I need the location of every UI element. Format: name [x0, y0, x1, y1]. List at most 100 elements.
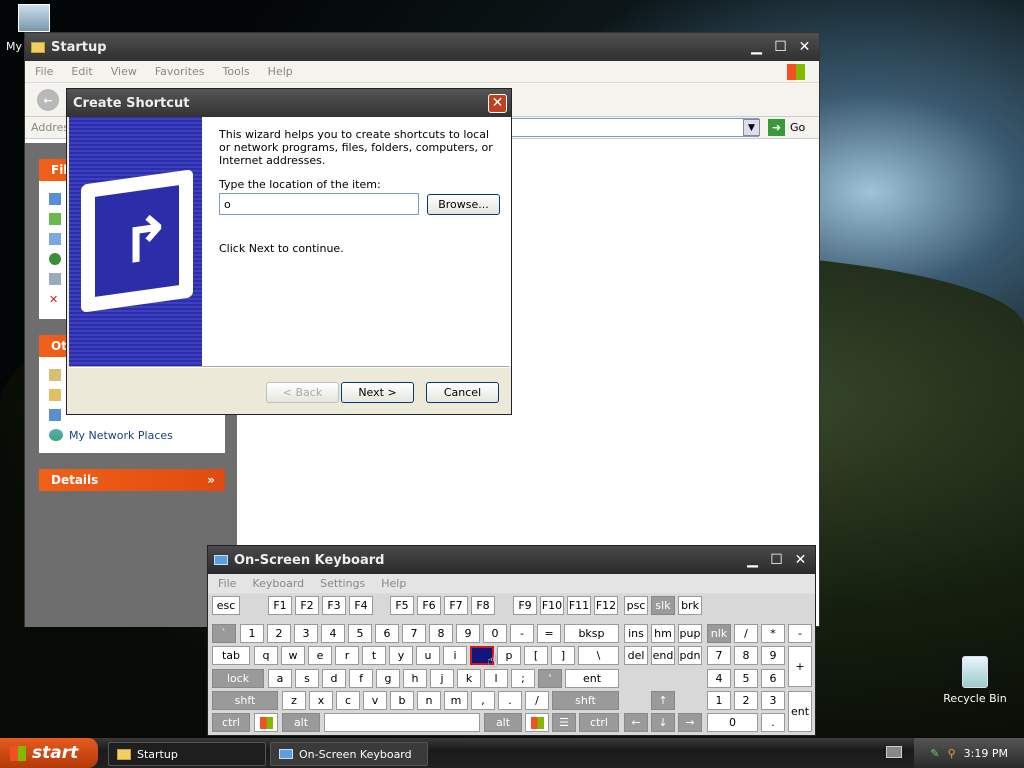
- key-enter[interactable]: ent: [565, 669, 619, 688]
- key-8[interactable]: 8: [429, 624, 453, 643]
- key-num-4[interactable]: 4: [707, 669, 731, 688]
- key-num-9[interactable]: 9: [761, 646, 785, 665]
- osk-titlebar[interactable]: On-Screen Keyboard ▁ ☐ ✕: [208, 546, 815, 574]
- key-x[interactable]: x: [309, 691, 333, 710]
- key-backslash[interactable]: \: [578, 646, 619, 665]
- key-pgup[interactable]: pup: [678, 624, 702, 643]
- key-num-1[interactable]: 1: [707, 691, 731, 710]
- key-space[interactable]: [324, 713, 480, 732]
- key-left-shift[interactable]: shft: [212, 691, 278, 710]
- key-right-arrow[interactable]: →: [678, 713, 702, 732]
- key-brk[interactable]: brk: [678, 596, 702, 615]
- key-z[interactable]: z: [282, 691, 306, 710]
- key-num-7[interactable]: 7: [707, 646, 731, 665]
- osk-menu-settings[interactable]: Settings: [320, 577, 365, 590]
- key-left-alt[interactable]: alt: [282, 713, 320, 732]
- key-num-decimal[interactable]: .: [761, 713, 785, 732]
- key-slash[interactable]: /: [525, 691, 549, 710]
- osk-menu-help[interactable]: Help: [381, 577, 406, 590]
- key-comma[interactable]: ,: [471, 691, 495, 710]
- key-5[interactable]: 5: [348, 624, 372, 643]
- dialog-close-button[interactable]: ✕: [488, 93, 507, 113]
- key-0[interactable]: 0: [483, 624, 507, 643]
- key-menu[interactable]: ☰: [552, 713, 576, 732]
- start-button[interactable]: start: [0, 738, 98, 768]
- minimize-button[interactable]: ▁: [742, 550, 763, 571]
- key-right-bracket[interactable]: ]: [551, 646, 575, 665]
- key-num-8[interactable]: 8: [734, 646, 758, 665]
- key-f12[interactable]: F12: [594, 596, 618, 615]
- key-c[interactable]: c: [336, 691, 360, 710]
- key-num-3[interactable]: 3: [761, 691, 785, 710]
- details-header[interactable]: Details »: [39, 469, 225, 491]
- key-4[interactable]: 4: [321, 624, 345, 643]
- key-slk[interactable]: slk: [651, 596, 675, 615]
- cancel-button[interactable]: Cancel: [426, 382, 499, 403]
- key-g[interactable]: g: [376, 669, 400, 688]
- key-d[interactable]: d: [322, 669, 346, 688]
- key-l[interactable]: l: [484, 669, 508, 688]
- key-left-win[interactable]: [254, 713, 278, 732]
- key-6[interactable]: 6: [375, 624, 399, 643]
- key-tab[interactable]: tab: [212, 646, 250, 665]
- key-num-multiply[interactable]: *: [761, 624, 785, 643]
- key-psc[interactable]: psc: [624, 596, 648, 615]
- key-esc[interactable]: esc: [212, 596, 240, 615]
- key-right-ctrl[interactable]: ctrl: [579, 713, 619, 732]
- key-period[interactable]: .: [498, 691, 522, 710]
- key-9[interactable]: 9: [456, 624, 480, 643]
- key-p[interactable]: p: [497, 646, 521, 665]
- maximize-button[interactable]: ☐: [766, 550, 787, 571]
- key-j[interactable]: j: [430, 669, 454, 688]
- key-q[interactable]: q: [254, 646, 278, 665]
- menu-help[interactable]: Help: [268, 65, 293, 78]
- key-f9[interactable]: F9: [513, 596, 537, 615]
- key-i[interactable]: i: [443, 646, 467, 665]
- key-quote[interactable]: ': [538, 669, 562, 688]
- key-pgdn[interactable]: pdn: [678, 646, 702, 665]
- key-del[interactable]: del: [624, 646, 648, 665]
- key-num-5[interactable]: 5: [734, 669, 758, 688]
- menu-tools[interactable]: Tools: [223, 65, 250, 78]
- key-f10[interactable]: F10: [540, 596, 564, 615]
- my-network-places-link[interactable]: My Network Places: [39, 425, 225, 445]
- menu-file[interactable]: File: [35, 65, 53, 78]
- key-left-arrow[interactable]: ←: [624, 713, 648, 732]
- key-left-ctrl[interactable]: ctrl: [212, 713, 250, 732]
- key-2[interactable]: 2: [267, 624, 291, 643]
- key-num-6[interactable]: 6: [761, 669, 785, 688]
- close-button[interactable]: ✕: [790, 550, 811, 571]
- key-v[interactable]: v: [363, 691, 387, 710]
- key-num-2[interactable]: 2: [734, 691, 758, 710]
- minimize-button[interactable]: ▁: [746, 37, 767, 58]
- key-n[interactable]: n: [417, 691, 441, 710]
- osk-menu-keyboard[interactable]: Keyboard: [252, 577, 304, 590]
- browse-button[interactable]: Browse...: [427, 194, 500, 215]
- key-down-arrow[interactable]: ↓: [651, 713, 675, 732]
- key-backspace[interactable]: bksp: [564, 624, 619, 643]
- menu-favorites[interactable]: Favorites: [155, 65, 205, 78]
- key-a[interactable]: a: [268, 669, 292, 688]
- key-capslock[interactable]: lock: [212, 669, 264, 688]
- key-f5[interactable]: F5: [390, 596, 414, 615]
- key-u[interactable]: u: [416, 646, 440, 665]
- key-equals[interactable]: =: [537, 624, 561, 643]
- key-k[interactable]: k: [457, 669, 481, 688]
- key-semicolon[interactable]: ;: [511, 669, 535, 688]
- go-arrow-icon[interactable]: ➜: [768, 119, 785, 136]
- address-input[interactable]: [511, 118, 759, 137]
- key-b[interactable]: b: [390, 691, 414, 710]
- go-button-label[interactable]: Go: [790, 121, 805, 134]
- back-button[interactable]: < Back: [266, 382, 339, 403]
- key-num-minus[interactable]: -: [788, 624, 812, 643]
- accessibility-icon[interactable]: ✎: [930, 747, 939, 760]
- key-backtick[interactable]: `: [212, 624, 236, 643]
- key-right-alt[interactable]: alt: [484, 713, 522, 732]
- key-m[interactable]: m: [444, 691, 468, 710]
- keyboard-tray-icon[interactable]: [886, 746, 902, 758]
- key-e[interactable]: e: [308, 646, 332, 665]
- key-minus[interactable]: -: [510, 624, 534, 643]
- taskbar-item-osk[interactable]: On-Screen Keyboard: [270, 742, 428, 766]
- key-f11[interactable]: F11: [567, 596, 591, 615]
- key-t[interactable]: t: [362, 646, 386, 665]
